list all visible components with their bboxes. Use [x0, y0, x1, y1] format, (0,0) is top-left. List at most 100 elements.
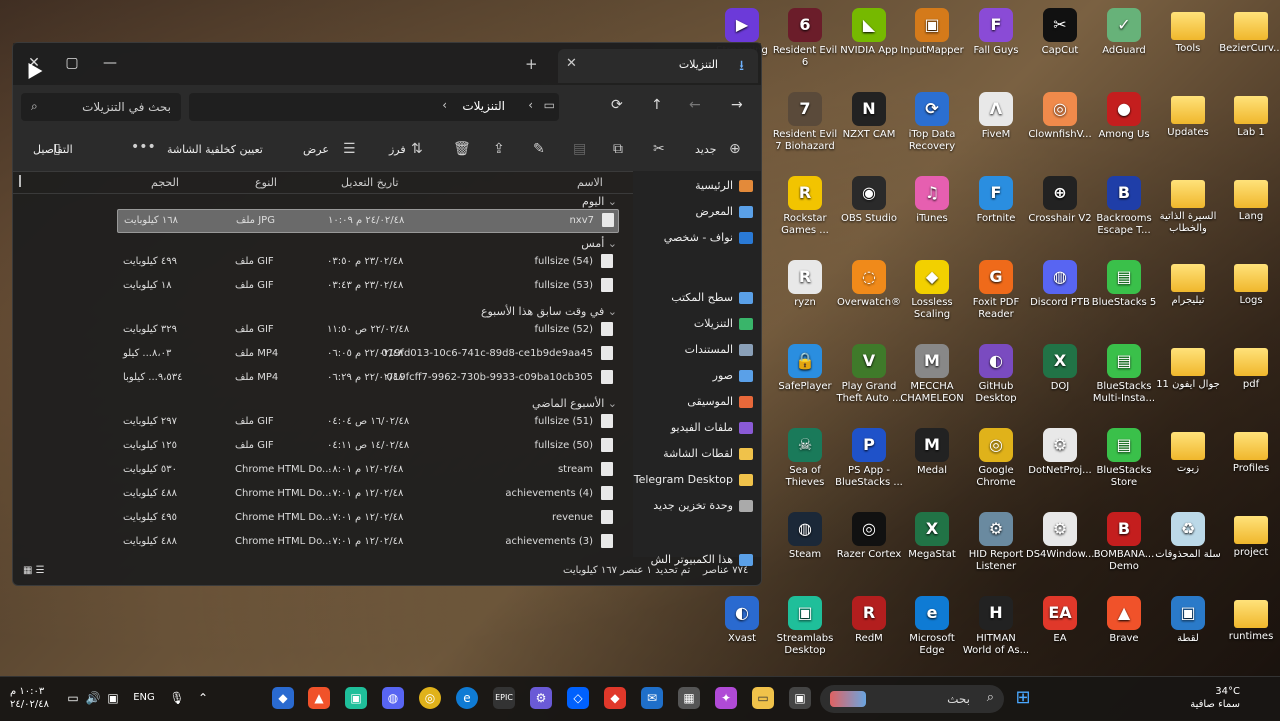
desktop-icon[interactable]: ▤ BlueStacks Store [1090, 424, 1158, 489]
group-header[interactable]: أمس [581, 237, 617, 250]
taskbar-app-2-icon[interactable]: ⚙ [530, 687, 552, 709]
desktop-icon[interactable]: R RedM [835, 592, 903, 645]
desktop-icon[interactable]: R Rockstar Games ... [771, 172, 839, 237]
desktop-icon[interactable]: project [1217, 508, 1280, 559]
desktop-icon[interactable]: ◐ GitHub Desktop [962, 340, 1030, 405]
details-button[interactable]: التفاصيل [33, 143, 73, 156]
desktop-icon[interactable]: B Backrooms Escape T... [1090, 172, 1158, 237]
task-view-icon[interactable]: ▣ [789, 687, 811, 709]
details-view-icon[interactable]: ▦ ☰ [23, 565, 45, 576]
desktop-icon[interactable]: Rryzn [771, 256, 839, 309]
edge-taskbar-icon[interactable]: e [456, 687, 478, 709]
desktop-icon[interactable]: ☠ Sea of Thieves [771, 424, 839, 489]
desktop-icon[interactable]: e Microsoft Edge [898, 592, 966, 657]
sort-button[interactable]: فرز [389, 143, 406, 156]
file-explorer-taskbar-icon[interactable]: ▭ [752, 687, 774, 709]
desktop-icon[interactable]: ◐ Xvast [708, 592, 776, 645]
desktop-icon[interactable]: تيليجرام [1154, 256, 1222, 307]
desktop-icon[interactable]: ● Among Us [1090, 88, 1158, 141]
table-row[interactable]: 019fd013-10c6-741c-89d8-ce1b9de9aa45 ٢٢/٠… [117, 343, 617, 365]
system-clock[interactable]: ١٠:٠٣ م ٢٤/٠٢/٤٨ [10, 685, 49, 711]
back-button[interactable]: → [731, 97, 743, 113]
store-taskbar-icon[interactable]: ▦ [678, 687, 700, 709]
column-name[interactable]: الاسم [577, 176, 603, 189]
table-row[interactable]: stream ١٢/٠٢/٤٨ م ٠٨:٠١ Chrome HTML Do... ٥… [117, 459, 617, 481]
sidebar-item[interactable]: لقطات الشاشة [663, 447, 753, 460]
desktop-icon[interactable]: H HITMAN World of As... [962, 592, 1030, 657]
desktop-icon[interactable]: Tools [1154, 4, 1222, 55]
desktop-icon[interactable]: BezierCurv... [1217, 4, 1280, 55]
desktop-icon[interactable]: 🔒 SafePlayer [771, 340, 839, 393]
desktop-icon[interactable]: M MECCHA CHAMELEON [898, 340, 966, 405]
taskbar-app-3-icon[interactable]: ◆ [604, 687, 626, 709]
desktop-icon[interactable]: ◉ OBS Studio [835, 172, 903, 225]
desktop-icon[interactable]: M Medal [898, 424, 966, 477]
desktop-icon[interactable]: Profiles [1217, 424, 1280, 475]
desktop-icon[interactable]: ♫ iTunes [898, 172, 966, 225]
maximize-window-button[interactable]: ▢ [57, 51, 87, 75]
group-header[interactable]: اليوم [582, 195, 617, 208]
sidebar-item[interactable]: المعرض [696, 205, 753, 218]
sidebar-item[interactable]: الرئيسية [695, 179, 753, 192]
desktop-icon[interactable]: pdf [1217, 340, 1280, 391]
paste-icon[interactable]: ▤ [573, 141, 586, 157]
desktop-icon[interactable]: ◌ Overwatch® [835, 256, 903, 309]
desktop-icon[interactable]: زيوت [1154, 424, 1222, 475]
sidebar-item[interactable]: نواف - شخصي [664, 231, 753, 244]
desktop-icon[interactable]: G Foxit PDF Reader [962, 256, 1030, 321]
table-row[interactable]: 019fcff7-9962-730b-9933-c09ba10cb305 ٢٢/٠… [117, 367, 617, 389]
desktop-icon[interactable]: V Play Grand Theft Auto ... [835, 340, 903, 405]
tab-downloads[interactable]: ✕ التنزيلات ⭳ [558, 49, 758, 83]
table-row[interactable]: fullsize (51) ١٦/٠٢/٤٨ ص ٠٤:٠٤ ملف GIF ٢٩٧ … [117, 411, 617, 433]
desktop-icon[interactable]: ⚙ DotNetProj... [1026, 424, 1094, 477]
streamlabs-taskbar-icon[interactable]: ▣ [345, 687, 367, 709]
table-row[interactable]: fullsize (50) ١٤/٠٢/٤٨ ص ٠٤:١١ ملف GIF ١٢٥ … [117, 435, 617, 457]
breadcrumb[interactable]: ‹ التنزيلات ‹ ▭ [189, 93, 559, 121]
epic-games-taskbar-icon[interactable]: EPIC [493, 687, 515, 709]
desktop-icon[interactable]: ✂ CapCut [1026, 4, 1094, 57]
desktop-icon[interactable]: ▤ BlueStacks 5 [1090, 256, 1158, 309]
desktop-icon[interactable]: B BOMBANA... Demo [1090, 508, 1158, 573]
desktop-icon[interactable]: Lab 1 [1217, 88, 1280, 139]
sidebar-item[interactable]: Telegram Desktop [634, 473, 753, 486]
taskbar-app-1-icon[interactable]: ◆ [272, 687, 294, 709]
breadcrumb-downloads[interactable]: التنزيلات [462, 99, 505, 113]
view-button[interactable]: عرض [303, 143, 329, 156]
copy-icon[interactable]: ⧉ [613, 141, 623, 157]
sidebar-item[interactable]: الموسيقى [687, 395, 753, 408]
desktop-icon[interactable]: ▲ Brave [1090, 592, 1158, 645]
desktop-icon[interactable]: ◍ Discord PTB [1026, 256, 1094, 309]
network-icon[interactable]: ▣ [102, 687, 124, 709]
desktop-icon[interactable]: ▣ InputMapper [898, 4, 966, 57]
desktop-icon[interactable]: 7 Resident Evil 7 Biohazard [771, 88, 839, 153]
discord-taskbar-icon[interactable]: ◍ [382, 687, 404, 709]
table-row[interactable]: fullsize (53) ٢٣/٠٢/٤٨ م ٠٣:٤٣ ملف GIF ١٨ ك… [117, 275, 617, 297]
sidebar-item[interactable]: التنزيلات [694, 317, 753, 330]
desktop-icon[interactable]: ◎ Razer Cortex [835, 508, 903, 561]
desktop-icon[interactable]: 6 Resident Evil 6 [771, 4, 839, 69]
weather-widget[interactable]: 34°C سماء صافية [1190, 685, 1240, 711]
desktop-icon[interactable]: ◣ NVIDIA App [835, 4, 903, 57]
desktop-icon[interactable]: ▣ Streamlabs Desktop [771, 592, 839, 657]
group-header[interactable]: الأسبوع الماضي [532, 397, 617, 410]
share-icon[interactable]: ⇪ [493, 141, 505, 157]
refresh-button[interactable]: ⟳ [611, 97, 623, 113]
table-row[interactable]: revenue ١٢/٠٢/٤٨ م ٠٧:٠١ Chrome HTML Do...… [117, 507, 617, 529]
dropbox-taskbar-icon[interactable]: ◇ [567, 687, 589, 709]
delete-icon[interactable]: 🗑 [453, 141, 471, 157]
rename-icon[interactable]: ✎ [533, 141, 545, 157]
group-header[interactable]: في وقت سابق هذا الأسبوع [481, 305, 617, 318]
new-tab-button[interactable]: + [525, 55, 538, 73]
desktop-icon[interactable]: ⚙ DS4Window... [1026, 508, 1094, 561]
desktop-icon[interactable]: EA EA [1026, 592, 1094, 645]
show-hidden-icons-icon[interactable]: ⌃ [192, 687, 214, 709]
table-row[interactable]: nxv7 ٢٤/٠٢/٤٨ م ١٠:٠٩ ملف JPG ١٦٨ كيلوبايت [117, 209, 619, 233]
desktop-icon[interactable]: ◆ Lossless Scaling [898, 256, 966, 321]
column-type[interactable]: النوع [255, 176, 277, 189]
new-button[interactable]: جديد [695, 143, 716, 156]
set-wallpaper-button[interactable]: تعيين كخلفية الشاشة [167, 143, 263, 156]
desktop-icon[interactable]: ◎ Google Chrome [962, 424, 1030, 489]
more-options-button[interactable]: ••• [131, 139, 156, 155]
desktop-icon[interactable]: ⟳ iTop Data Recovery [898, 88, 966, 153]
desktop-icon[interactable]: ♻ سلة المحذوفات [1154, 508, 1222, 561]
